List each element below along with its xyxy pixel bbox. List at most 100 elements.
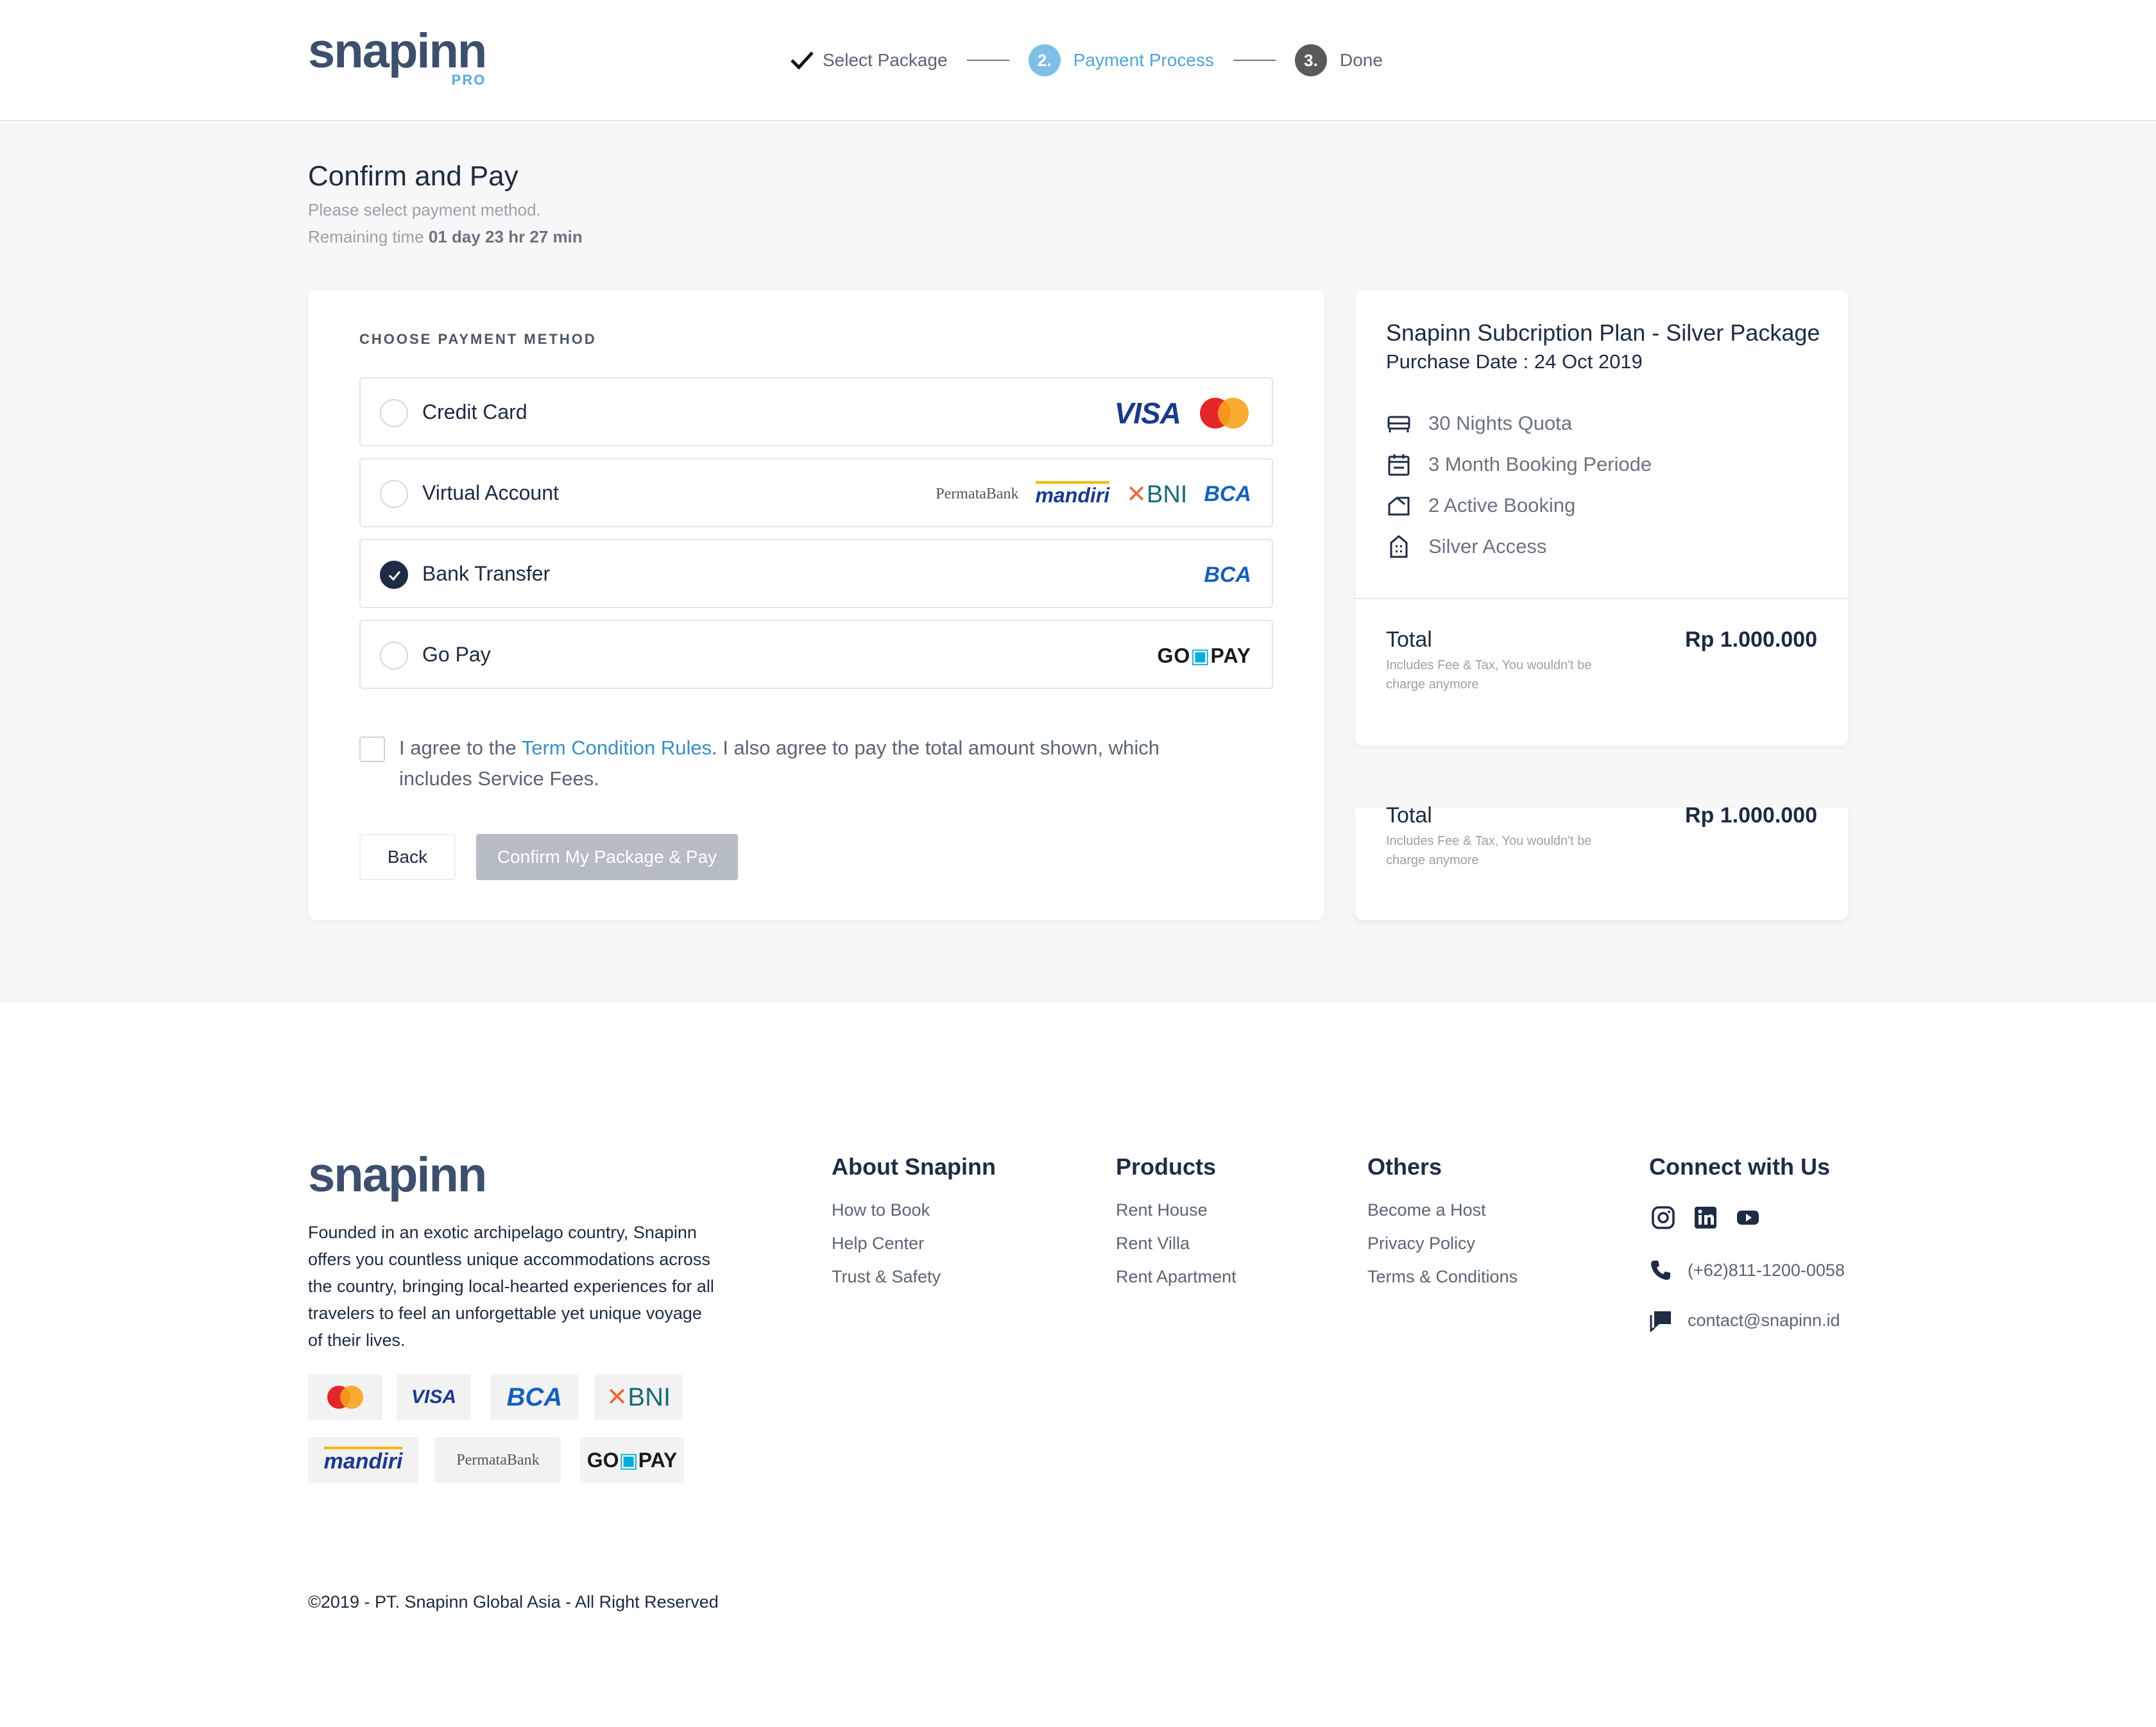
- mandiri-logo: mandiri: [1035, 481, 1110, 507]
- checkout-steps: Select Package 2. Payment Process 3. Don…: [789, 41, 1383, 80]
- payment-option-virtual-account[interactable]: Virtual Account PermataBank mandiri ✕BNI…: [359, 458, 1273, 527]
- contact-email[interactable]: contact@snapinn.id: [1649, 1309, 1840, 1332]
- mandiri-badge: mandiri: [308, 1437, 418, 1483]
- feature-item: Silver Access: [1386, 534, 1546, 559]
- radio-button[interactable]: [380, 480, 408, 508]
- payment-option-label: Go Pay: [422, 643, 491, 666]
- payment-logos: PermataBank mandiri ✕BNI BCA: [936, 477, 1251, 511]
- visa-logo: VISA: [1114, 396, 1181, 430]
- bed-icon: [1387, 416, 1410, 432]
- back-button[interactable]: Back: [359, 834, 456, 880]
- page-title: Confirm and Pay: [308, 160, 518, 192]
- total-note: Includes Fee & Tax, You wouldn't be char…: [1386, 834, 1592, 867]
- step-number: 3.: [1295, 44, 1327, 76]
- step-label: Payment Process: [1073, 50, 1214, 70]
- bca-logo: BCA: [1204, 481, 1251, 506]
- copyright: ©2019 - PT. Snapinn Global Asia - All Ri…: [308, 1592, 719, 1612]
- payment-option-go-pay[interactable]: Go Pay GO▣PAY: [359, 620, 1273, 689]
- payment-logos: GO▣PAY: [1158, 639, 1252, 672]
- footer-column-title: Others: [1367, 1153, 1442, 1180]
- footer-link[interactable]: Rent Villa: [1116, 1227, 1236, 1260]
- gopay-badge: GO▣PAY: [580, 1437, 684, 1483]
- footer-link[interactable]: Become a Host: [1367, 1193, 1518, 1227]
- confirm-pay-button[interactable]: Confirm My Package & Pay: [476, 834, 738, 880]
- footer-link[interactable]: Rent Apartment: [1116, 1260, 1236, 1293]
- chat-icon: [1650, 1311, 1671, 1332]
- instagram-icon[interactable]: [1650, 1205, 1676, 1230]
- bca-logo: BCA: [1204, 562, 1251, 587]
- youtube-icon[interactable]: [1735, 1205, 1761, 1230]
- footer-link[interactable]: Trust & Safety: [832, 1260, 996, 1293]
- logo-pro-label: PRO: [451, 72, 486, 88]
- step-select-package: Select Package: [789, 47, 948, 73]
- visa-badge: VISA: [397, 1374, 471, 1420]
- logo-wordmark: snapinn: [308, 24, 487, 78]
- section-label: CHOOSE PAYMENT METHOD: [359, 331, 597, 347]
- footer-link[interactable]: Terms & Conditions: [1367, 1260, 1518, 1293]
- linkedin-icon[interactable]: [1693, 1205, 1718, 1230]
- total-note: Includes Fee & Tax, You wouldn't be char…: [1386, 658, 1592, 692]
- payment-logos: BCA: [1204, 558, 1251, 591]
- order-summary-card: Snapinn Subcription Plan - Silver Packag…: [1355, 290, 1848, 745]
- footer-column-title: Products: [1116, 1153, 1217, 1180]
- house-icon: [1388, 497, 1410, 516]
- agree-checkbox[interactable]: [359, 736, 385, 762]
- footer-column-products: Products Rent House Rent Villa Rent Apar…: [1116, 1153, 1236, 1293]
- radio-button-checked[interactable]: [380, 561, 408, 589]
- phone-number: (+62)811-1200-0058: [1688, 1260, 1845, 1280]
- bca-badge: BCA: [490, 1374, 579, 1420]
- permatabank-logo: PermataBank: [936, 485, 1019, 502]
- footer-column-about: About Snapinn How to Book Help Center Tr…: [832, 1153, 996, 1293]
- building-icon: [1390, 535, 1408, 558]
- remaining-time-label: Remaining time: [308, 227, 424, 246]
- payment-option-label: Bank Transfer: [422, 562, 551, 585]
- top-header: snapinn PRO Select Package 2. Payment Pr…: [0, 0, 2156, 121]
- remaining-time-value: 01 day 23 hr 27 min: [428, 227, 583, 246]
- plan-title: Snapinn Subcription Plan - Silver Packag…: [1386, 319, 1820, 346]
- footer-link[interactable]: Help Center: [832, 1227, 996, 1260]
- payment-option-bank-transfer[interactable]: Bank Transfer BCA: [359, 539, 1273, 608]
- step-divider: [1233, 60, 1276, 61]
- permatabank-badge: PermataBank: [435, 1437, 561, 1483]
- main-content: Confirm and Pay Please select payment me…: [0, 122, 2156, 1003]
- step-payment-process: 2. Payment Process: [1028, 44, 1214, 76]
- check-icon: [388, 571, 401, 581]
- footer-column-connect: Connect with Us: [1649, 1153, 1830, 1193]
- contact-phone[interactable]: (+62)811-1200-0058: [1649, 1259, 1845, 1282]
- payment-option-label: Credit Card: [422, 400, 527, 423]
- email-address: contact@snapinn.id: [1688, 1310, 1840, 1330]
- footer-about-text: Founded in an exotic archipelago country…: [308, 1223, 714, 1350]
- gopay-logo: GO▣PAY: [1157, 644, 1251, 667]
- feature-item: 2 Active Booking: [1386, 493, 1575, 518]
- payment-method-card: CHOOSE PAYMENT METHOD Credit Card VISA V…: [308, 290, 1324, 920]
- social-links: [1650, 1205, 1761, 1230]
- footer-column-title: About Snapinn: [832, 1153, 996, 1180]
- step-label: Done: [1340, 50, 1383, 70]
- footer-link[interactable]: How to Book: [832, 1193, 996, 1227]
- footer-logo[interactable]: snapinn: [308, 1150, 487, 1201]
- payment-option-credit-card[interactable]: Credit Card VISA: [359, 377, 1273, 447]
- radio-button[interactable]: [380, 399, 408, 427]
- radio-button[interactable]: [380, 642, 408, 670]
- payment-logos: VISA: [1115, 396, 1251, 430]
- total-label: Total: [1386, 627, 1432, 652]
- purchase-date: Purchase Date : 24 Oct 2019: [1386, 350, 1643, 373]
- term-condition-link[interactable]: Term Condition Rules: [522, 736, 712, 759]
- step-label: Select Package: [823, 50, 948, 70]
- total-value: Rp 1.000.000: [1684, 627, 1817, 652]
- total-label: Total: [1386, 803, 1432, 828]
- total-value: Rp 1.000.000: [1684, 803, 1817, 828]
- remaining-time: Remaining time 01 day 23 hr 27 min: [308, 227, 583, 247]
- footer-column-title: Connect with Us: [1649, 1153, 1831, 1180]
- payment-option-label: Virtual Account: [422, 481, 559, 504]
- snapinn-pro-logo[interactable]: snapinn PRO: [308, 24, 487, 89]
- step-done: 3. Done: [1295, 44, 1383, 76]
- check-icon: [791, 51, 814, 70]
- calendar-icon: [1388, 454, 1410, 476]
- footer-column-others: Others Become a Host Privacy Policy Term…: [1367, 1153, 1518, 1293]
- feature-item: 3 Month Booking Periode: [1386, 452, 1652, 477]
- bni-logo: ✕BNI: [1126, 481, 1188, 508]
- page-subtitle: Please select payment method.: [308, 200, 541, 219]
- footer-link[interactable]: Privacy Policy: [1367, 1227, 1518, 1260]
- footer-link[interactable]: Rent House: [1116, 1193, 1236, 1227]
